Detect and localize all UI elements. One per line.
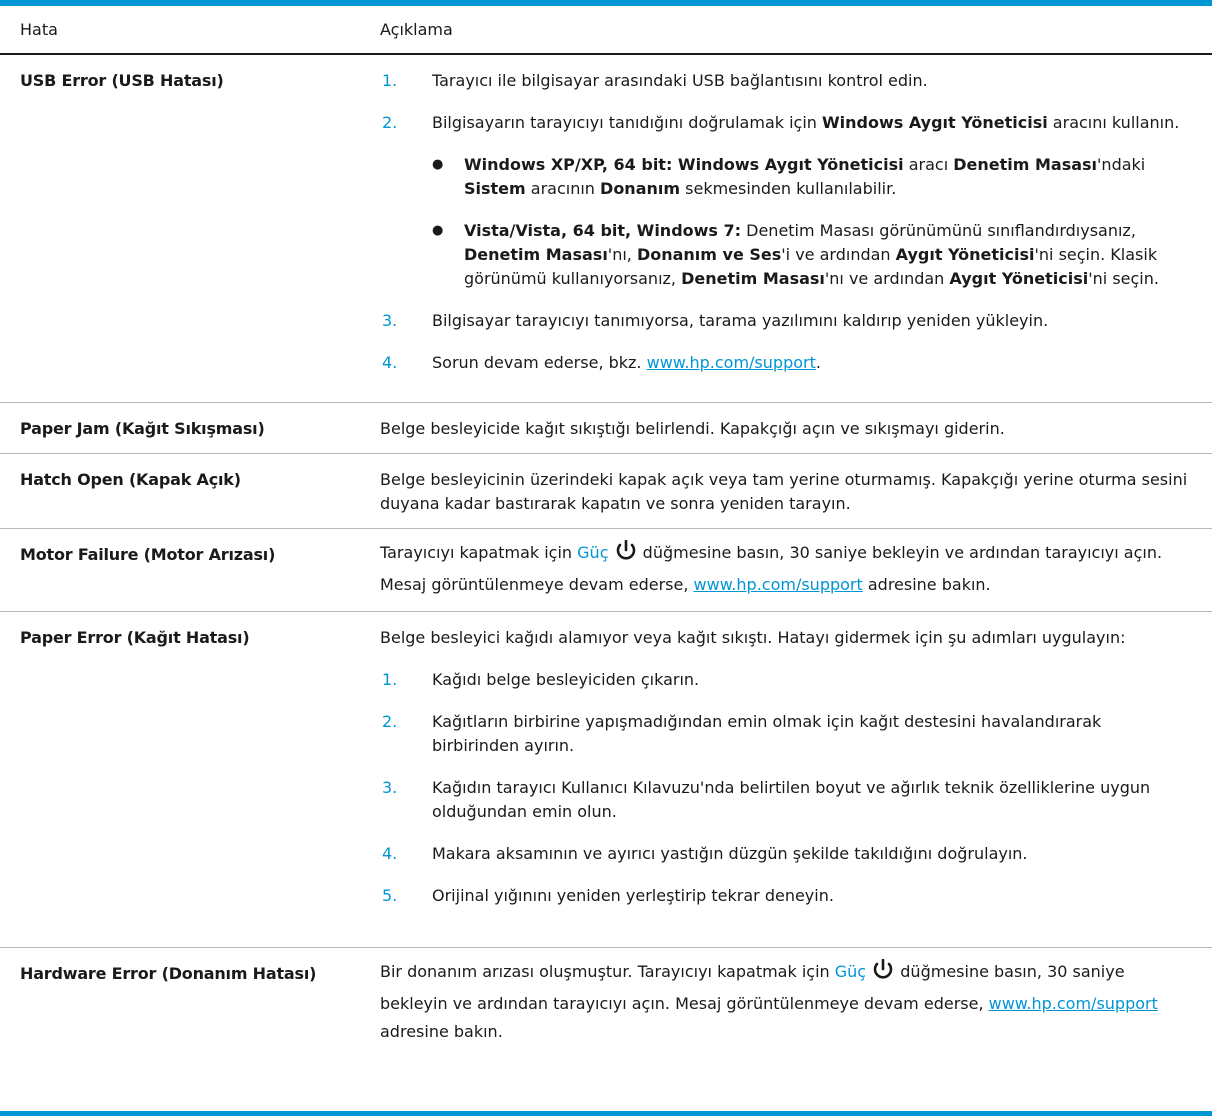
bullet-icon: ● (432, 223, 444, 238)
list-item: 2. Kağıtların birbirine yapışmadığından … (380, 710, 1192, 758)
list-item: 2. Bilgisayarın tarayıcıyı tanıdığını do… (380, 111, 1192, 135)
step-number: 4. (382, 843, 398, 863)
error-title: Motor Failure (Motor Arızası) (0, 528, 376, 612)
list-item: 3. Bilgisayar tarayıcıyı tanımıyorsa, ta… (380, 309, 1192, 333)
error-description: Belge besleyici kağıdı alamıyor veya kağ… (376, 611, 1212, 948)
bullet-text: Vista/Vista, 64 bit, Windows 7: Denetim … (464, 221, 1159, 288)
header-error: Hata (0, 6, 376, 55)
table-row: Motor Failure (Motor Arızası) Tarayıcıyı… (0, 528, 1212, 612)
step-text: Bilgisayar tarayıcıyı tanımıyorsa, taram… (432, 311, 1049, 330)
step-number: 1. (382, 71, 398, 90)
list-item: 3. Kağıdın tarayıcı Kullanıcı Kılavuzu'n… (380, 776, 1192, 824)
error-title: Hatch Open (Kapak Açık) (0, 453, 376, 529)
step-text: Kağıtların birbirine yapışmadığından emi… (432, 711, 1102, 755)
bullet-item: ● Vista/Vista, 64 bit, Windows 7: Deneti… (430, 219, 1192, 291)
step-number: 1. (382, 669, 398, 689)
step-text: Bilgisayarın tarayıcıyı tanıdığını doğru… (432, 113, 1180, 132)
error-table: Hata Açıklama USB Error (USB Hatası) 1. … (0, 6, 1212, 1077)
power-button-label: Güç (577, 542, 609, 562)
power-icon (614, 539, 638, 571)
step-number: 4. (382, 353, 398, 372)
step-text: Kağıdı belge besleyiciden çıkarın. (432, 669, 700, 689)
table-row: Hardware Error (Donanım Hatası) Bir dona… (0, 947, 1212, 1077)
bullet-item: ● Windows XP/XP, 64 bit: Windows Aygıt Y… (430, 153, 1192, 201)
list-item: 1. Kağıdı belge besleyiciden çıkarın. (380, 668, 1192, 692)
support-link[interactable]: www.hp.com/support (647, 353, 816, 372)
step-number: 5. (382, 885, 398, 905)
step-number: 2. (382, 113, 398, 132)
step-number: 2. (382, 711, 398, 731)
step-text: Makara aksamının ve ayırıcı yastığın düz… (432, 843, 1028, 863)
list-item: 5. Orijinal yığınını yeniden yerleştirip… (380, 884, 1192, 908)
step-text: Kağıdın tarayıcı Kullanıcı Kılavuzu'nda … (432, 777, 1151, 821)
step-text: Tarayıcı ile bilgisayar arasındaki USB b… (432, 71, 928, 90)
error-description: Belge besleyicide kağıt sıkıştığı belirl… (376, 402, 1212, 454)
error-description: Belge besleyicinin üzerindeki kapak açık… (376, 453, 1212, 529)
list-item: 1. Tarayıcı ile bilgisayar arasındaki US… (380, 69, 1192, 93)
step-text: Sorun devam ederse, bkz. www.hp.com/supp… (432, 353, 821, 372)
error-title: USB Error (USB Hatası) (0, 54, 376, 403)
step-text: Orijinal yığınını yeniden yerleştirip te… (432, 885, 834, 905)
error-title: Hardware Error (Donanım Hatası) (20, 963, 317, 983)
table-row: Hatch Open (Kapak Açık) Belge besleyicin… (0, 453, 1212, 529)
bullet-icon: ● (432, 157, 444, 172)
step-number: 3. (382, 311, 398, 330)
error-description: Bir donanım arızası oluşmuştur. Tarayıcı… (376, 947, 1212, 1077)
table-row: USB Error (USB Hatası) 1. Tarayıcı ile b… (0, 54, 1212, 403)
header-description: Açıklama (376, 6, 1212, 55)
support-link[interactable]: www.hp.com/support (989, 994, 1158, 1013)
error-description: Tarayıcıyı kapatmak için Güç düğmesine b… (376, 528, 1212, 612)
table-row: Paper Error (Kağıt Hatası) Belge besleyi… (0, 611, 1212, 948)
error-title: Paper Jam (Kağıt Sıkışması) (0, 402, 376, 454)
power-button-label: Güç (834, 961, 867, 981)
bullet-text: Windows XP/XP, 64 bit: Windows Aygıt Yön… (464, 155, 1146, 198)
bottom-rule (0, 1111, 1212, 1116)
list-item: 4. Makara aksamının ve ayırıcı yastığın … (380, 842, 1192, 866)
error-description: 1. Tarayıcı ile bilgisayar arasındaki US… (376, 54, 1212, 403)
error-title: Paper Error (Kağıt Hatası) (0, 611, 376, 948)
list-item: 4. Sorun devam ederse, bkz. www.hp.com/s… (380, 351, 1192, 375)
table-row: Paper Jam (Kağıt Sıkışması) Belge besley… (0, 402, 1212, 454)
paper-error-intro: Belge besleyici kağıdı alamıyor veya kağ… (380, 627, 1126, 647)
table-header-row: Hata Açıklama (0, 6, 1212, 55)
power-icon (871, 958, 895, 990)
step-number: 3. (382, 777, 398, 797)
support-link[interactable]: www.hp.com/support (694, 575, 863, 594)
